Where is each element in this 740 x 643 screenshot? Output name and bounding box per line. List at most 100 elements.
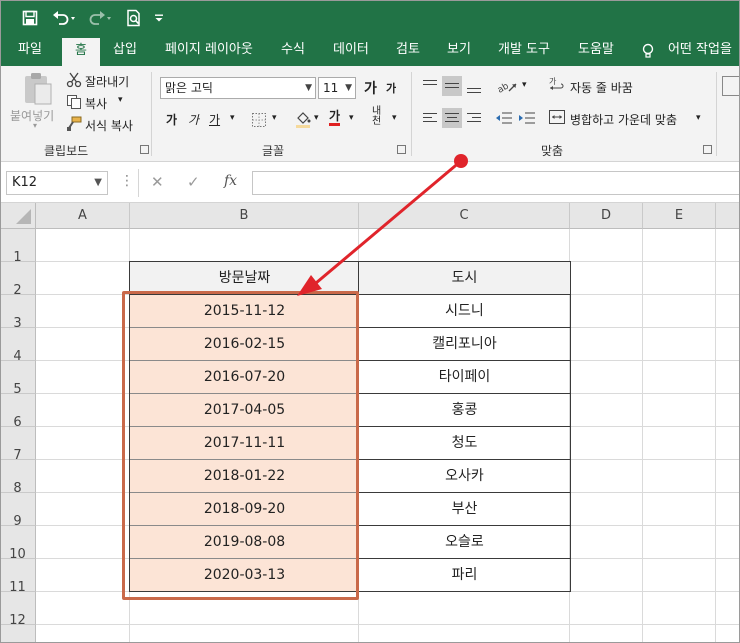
tell-me-search[interactable]: 어떤 작업을 xyxy=(668,36,732,66)
font-name-select[interactable]: 맑은 고딕 ▼ xyxy=(160,77,316,99)
save-icon[interactable] xyxy=(18,6,42,30)
tab-view[interactable]: 보기 xyxy=(447,36,471,66)
column-header-a[interactable]: A xyxy=(36,203,130,229)
column-header-c[interactable]: C xyxy=(359,203,570,229)
align-center-icon[interactable] xyxy=(442,108,462,128)
insert-function-icon[interactable]: fx xyxy=(224,173,237,189)
tab-home[interactable]: 홈 xyxy=(62,36,100,66)
font-launcher-icon[interactable] xyxy=(397,145,406,154)
shrink-font-button[interactable]: 가 xyxy=(386,80,396,96)
cut-button[interactable]: 잘라내기 xyxy=(85,73,129,90)
italic-button[interactable]: 가 xyxy=(188,111,199,128)
row-header[interactable]: 1 xyxy=(0,229,36,265)
city-cell[interactable]: 타이페이 xyxy=(359,361,570,394)
font-color-dropdown-icon[interactable]: ▾ xyxy=(349,113,354,123)
row-header[interactable]: 12 xyxy=(0,592,36,628)
enter-icon[interactable]: ✓ xyxy=(187,173,200,191)
row-header[interactable]: 10 xyxy=(0,526,36,562)
fill-color-icon[interactable] xyxy=(294,110,312,128)
tab-file[interactable]: 파일 xyxy=(18,36,42,66)
lightbulb-icon xyxy=(640,43,656,59)
city-cell[interactable]: 캘리포니아 xyxy=(359,328,570,361)
grow-font-button[interactable]: 가 xyxy=(364,78,377,98)
phonetic-dropdown-icon[interactable]: ▾ xyxy=(392,113,397,123)
row-header[interactable] xyxy=(0,625,36,643)
font-color-button[interactable]: 가 xyxy=(329,109,341,126)
scissors-icon[interactable] xyxy=(66,72,82,88)
currency-icon[interactable] xyxy=(724,108,740,126)
tab-data[interactable]: 데이터 xyxy=(333,36,369,66)
tab-formulas[interactable]: 수식 xyxy=(281,36,305,66)
city-cell[interactable]: 시드니 xyxy=(359,295,570,328)
wrap-text-icon[interactable]: 가 xyxy=(548,76,566,94)
orientation-icon[interactable]: ab xyxy=(496,76,520,96)
row-header[interactable]: 2 xyxy=(0,262,36,298)
format-painter-icon[interactable] xyxy=(66,116,82,132)
row-header[interactable]: 9 xyxy=(0,493,36,529)
clipboard-group-label: 클립보드 xyxy=(44,144,89,158)
city-cell[interactable]: 부산 xyxy=(359,493,570,526)
borders-dropdown-icon[interactable]: ▾ xyxy=(272,113,277,123)
underline-button[interactable]: 가 xyxy=(209,111,220,128)
redo-icon[interactable] xyxy=(86,6,116,30)
tab-review[interactable]: 검토 xyxy=(396,36,420,66)
row-header[interactable]: 4 xyxy=(0,328,36,364)
column-header-b[interactable]: B xyxy=(130,203,359,229)
decrease-indent-icon[interactable] xyxy=(494,108,514,128)
tab-help[interactable]: 도움말 xyxy=(578,36,614,66)
align-left-icon[interactable] xyxy=(420,108,440,128)
table-header-cell[interactable]: 도시 xyxy=(359,262,570,295)
column-header-e[interactable]: E xyxy=(643,203,716,229)
formula-input[interactable] xyxy=(252,171,740,195)
copy-button[interactable]: 복사 xyxy=(85,95,107,112)
ribbon-tabs: 파일 홈 삽입 페이지 레이아웃 수식 데이터 검토 보기 개발 도구 도움말 … xyxy=(0,36,740,66)
row-header[interactable]: 7 xyxy=(0,427,36,463)
column-header-d[interactable]: D xyxy=(570,203,643,229)
phonetic-button[interactable]: 내천 xyxy=(372,107,386,127)
number-format-select[interactable] xyxy=(722,76,740,96)
fill-color-dropdown-icon[interactable]: ▾ xyxy=(314,113,319,123)
font-size-select[interactable]: 11 ▼ xyxy=(318,77,356,99)
customize-qat-icon[interactable] xyxy=(150,6,168,30)
tab-insert[interactable]: 삽입 xyxy=(113,36,137,66)
merge-center-button[interactable]: 병합하고 가운데 맞춤 xyxy=(570,111,677,128)
column-header-f[interactable] xyxy=(716,203,740,229)
wrap-text-button[interactable]: 자동 줄 바꿈 xyxy=(570,79,633,96)
underline-dropdown-icon[interactable]: ▾ xyxy=(230,113,235,123)
city-cell[interactable]: 오슬로 xyxy=(359,526,570,559)
copy-icon[interactable] xyxy=(66,94,82,110)
orientation-dropdown-icon[interactable]: ▾ xyxy=(522,80,527,90)
select-all-button[interactable] xyxy=(0,203,36,229)
middle-align-icon[interactable] xyxy=(442,76,462,96)
borders-icon[interactable] xyxy=(250,111,268,129)
name-box[interactable]: K12 ▼ xyxy=(6,171,108,195)
merge-dropdown-icon[interactable]: ▾ xyxy=(696,113,701,123)
paste-icon[interactable] xyxy=(20,72,56,106)
tab-page-layout[interactable]: 페이지 레이아웃 xyxy=(165,36,253,66)
table-border xyxy=(129,261,571,262)
merge-center-icon[interactable] xyxy=(548,108,566,126)
tab-developer[interactable]: 개발 도구 xyxy=(498,36,550,66)
copy-dropdown-icon[interactable]: ▾ xyxy=(118,95,123,105)
undo-icon[interactable] xyxy=(50,6,80,30)
cancel-icon[interactable]: ✕ xyxy=(151,173,164,191)
print-preview-icon[interactable] xyxy=(122,6,146,30)
alignment-launcher-icon[interactable] xyxy=(703,145,712,154)
city-cell[interactable]: 홍콩 xyxy=(359,394,570,427)
format-painter-button[interactable]: 서식 복사 xyxy=(85,117,133,134)
city-cell[interactable]: 오사카 xyxy=(359,460,570,493)
align-right-icon[interactable] xyxy=(464,108,484,128)
row-header[interactable]: 11 xyxy=(0,559,36,595)
bottom-align-icon[interactable] xyxy=(464,76,484,96)
increase-indent-icon[interactable] xyxy=(517,108,537,128)
paste-dropdown-icon[interactable]: ▾ xyxy=(33,121,37,130)
row-header[interactable]: 5 xyxy=(0,361,36,397)
bold-button[interactable]: 가 xyxy=(166,111,177,128)
row-header[interactable]: 3 xyxy=(0,295,36,331)
clipboard-launcher-icon[interactable] xyxy=(140,145,149,154)
row-header[interactable]: 8 xyxy=(0,460,36,496)
city-cell[interactable]: 청도 xyxy=(359,427,570,460)
row-header[interactable]: 6 xyxy=(0,394,36,430)
city-cell[interactable]: 파리 xyxy=(359,559,570,592)
top-align-icon[interactable] xyxy=(420,76,440,96)
